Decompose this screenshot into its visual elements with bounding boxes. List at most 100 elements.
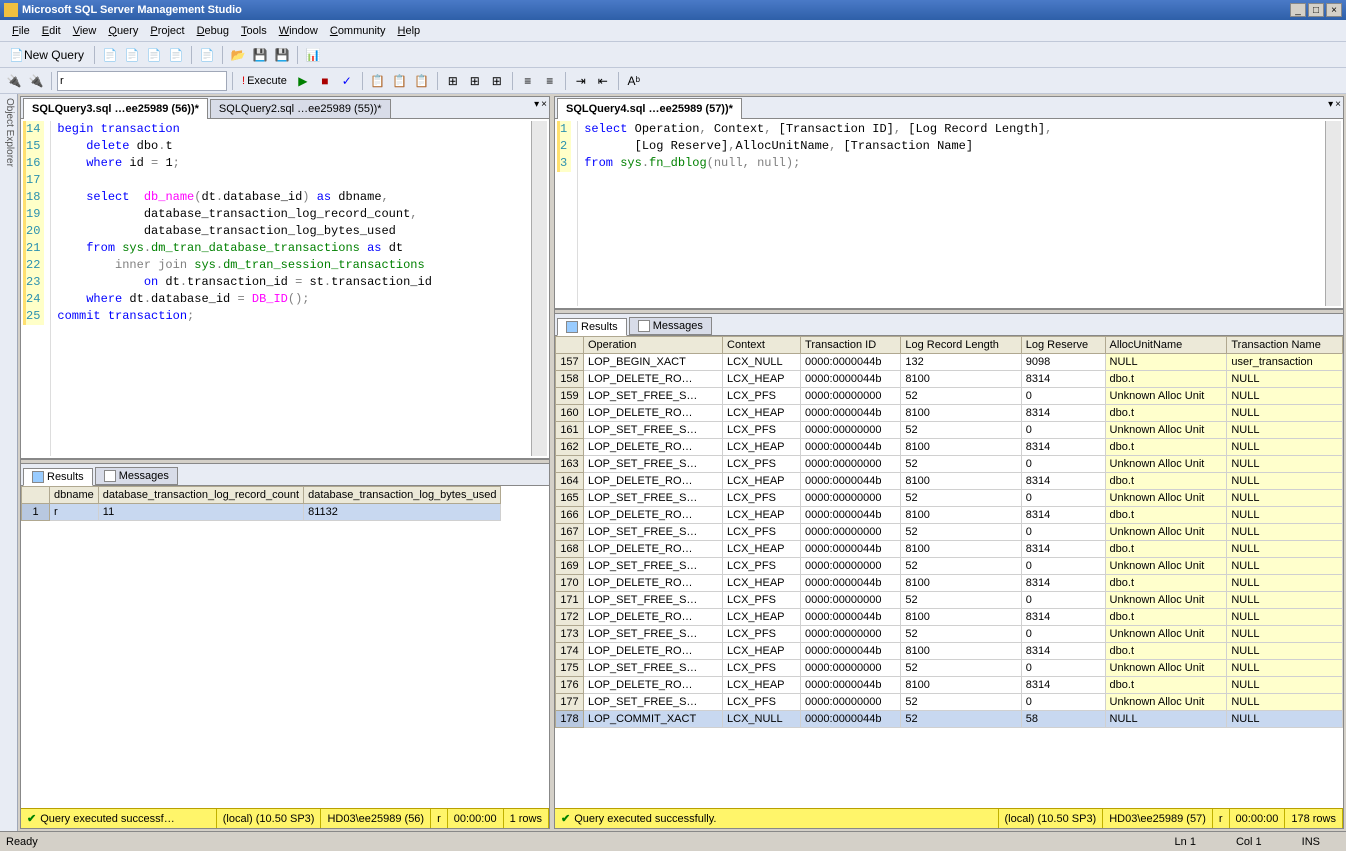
table-row[interactable]: 178LOP_COMMIT_XACTLCX_NULL0000:0000044b5… [556,711,1343,728]
open-icon[interactable]: 📂 [228,45,248,65]
table-row[interactable]: 160LOP_DELETE_RO…LCX_HEAP0000:0000044b81… [556,405,1343,422]
table-row[interactable]: 167LOP_SET_FREE_S…LCX_PFS0000:0000000052… [556,524,1343,541]
menu-help[interactable]: Help [392,23,427,39]
column-header[interactable]: Context [723,337,801,354]
table-row[interactable]: 176LOP_DELETE_RO…LCX_HEAP0000:0000044b81… [556,677,1343,694]
column-header[interactable]: Transaction ID [801,337,901,354]
table-row[interactable]: 162LOP_DELETE_RO…LCX_HEAP0000:0000044b81… [556,439,1343,456]
table-row[interactable]: 163LOP_SET_FREE_S…LCX_PFS0000:0000000052… [556,456,1343,473]
document-tab[interactable]: SQLQuery2.sql …ee25989 (55))* [210,99,391,118]
table-row[interactable]: 165LOP_SET_FREE_S…LCX_PFS0000:0000000052… [556,490,1343,507]
menu-window[interactable]: Window [273,23,324,39]
indent-icon[interactable]: ⇥ [571,71,591,91]
maximize-button[interactable]: □ [1308,3,1324,17]
stop-icon[interactable]: ■ [315,71,335,91]
tb-icon[interactable]: 📋 [368,71,388,91]
table-row[interactable]: 175LOP_SET_FREE_S…LCX_PFS0000:0000000052… [556,660,1343,677]
tb-icon[interactable]: Aᵇ [624,71,644,91]
table-row[interactable]: 1r1181132 [22,504,501,521]
table-row[interactable]: 169LOP_SET_FREE_S…LCX_PFS0000:0000000052… [556,558,1343,575]
menu-community[interactable]: Community [324,23,392,39]
tab-close-icon[interactable]: × [541,99,547,110]
table-row[interactable]: 161LOP_SET_FREE_S…LCX_PFS0000:0000000052… [556,422,1343,439]
tb-icon[interactable]: ⊞ [443,71,463,91]
change-connection-icon[interactable]: 🔌 [26,71,46,91]
table-row[interactable]: 172LOP_DELETE_RO…LCX_HEAP0000:0000044b81… [556,609,1343,626]
menu-tools[interactable]: Tools [235,23,273,39]
column-header[interactable]: Log Reserve [1021,337,1105,354]
table-row[interactable]: 158LOP_DELETE_RO…LCX_HEAP0000:0000044b81… [556,371,1343,388]
left-tabstrip: SQLQuery3.sql …ee25989 (56))*SQLQuery2.s… [21,97,549,119]
column-header[interactable]: dbname [50,487,99,504]
menu-view[interactable]: View [67,23,103,39]
column-header[interactable]: AllocUnitName [1105,337,1227,354]
toolbar-standard: 📄 New Query 📄 📄 📄 📄 📄 📂 💾 💾 📊 [0,42,1346,68]
menu-query[interactable]: Query [102,23,144,39]
menu-debug[interactable]: Debug [191,23,235,39]
window-titlebar: Microsoft SQL Server Management Studio _… [0,0,1346,20]
play-icon[interactable]: ▶ [293,71,313,91]
document-tab[interactable]: SQLQuery3.sql …ee25989 (56))* [23,98,208,119]
new-query-button[interactable]: 📄 New Query [4,45,89,65]
results-tab-messages[interactable]: Messages [95,467,178,485]
column-header[interactable]: database_transaction_log_bytes_used [304,487,501,504]
tb-icon[interactable]: 📄 [166,45,186,65]
tb-icon[interactable]: 📋 [390,71,410,91]
execute-button[interactable]: ! Execute [238,75,291,87]
results-tab-results[interactable]: Results [23,468,93,486]
tb-icon[interactable]: 📄 [144,45,164,65]
tab-menu-icon[interactable]: ▾ [534,99,539,110]
table-row[interactable]: 173LOP_SET_FREE_S…LCX_PFS0000:0000000052… [556,626,1343,643]
column-header[interactable]: Transaction Name [1227,337,1343,354]
tb-icon[interactable]: 📋 [412,71,432,91]
results-tab-results[interactable]: Results [557,318,627,336]
table-row[interactable]: 157LOP_BEGIN_XACTLCX_NULL0000:0000044b13… [556,354,1343,371]
tb-icon[interactable]: 📄 [122,45,142,65]
table-row[interactable]: 170LOP_DELETE_RO…LCX_HEAP0000:0000044b81… [556,575,1343,592]
table-row[interactable]: 168LOP_DELETE_RO…LCX_HEAP0000:0000044b81… [556,541,1343,558]
document-tab[interactable]: SQLQuery4.sql …ee25989 (57))* [557,98,742,119]
comment-icon[interactable]: ≡ [518,71,538,91]
menu-edit[interactable]: Edit [36,23,67,39]
outdent-icon[interactable]: ⇤ [593,71,613,91]
object-explorer-tab[interactable]: Object Explorer [0,94,18,831]
table-row[interactable]: 164LOP_DELETE_RO…LCX_HEAP0000:0000044b81… [556,473,1343,490]
table-row[interactable]: 177LOP_SET_FREE_S…LCX_PFS0000:0000000052… [556,694,1343,711]
window-title: Microsoft SQL Server Management Studio [22,4,1290,16]
status-ready: Ready [6,836,38,848]
table-row[interactable]: 159LOP_SET_FREE_S…LCX_PFS0000:0000000052… [556,388,1343,405]
scrollbar-vertical[interactable] [1325,121,1341,306]
right-editor[interactable]: 123 select Operation, Context, [Transact… [555,119,1343,309]
app-statusbar: Ready Ln 1 Col 1 INS [0,831,1346,851]
menu-project[interactable]: Project [144,23,190,39]
table-row[interactable]: 171LOP_SET_FREE_S…LCX_PFS0000:0000000052… [556,592,1343,609]
left-editor[interactable]: 141516171819202122232425 begin transacti… [21,119,549,459]
close-button[interactable]: × [1326,3,1342,17]
activity-icon[interactable]: 📊 [303,45,323,65]
status-server: (local) (10.50 SP3) [217,809,322,828]
uncomment-icon[interactable]: ≡ [540,71,560,91]
save-icon[interactable]: 💾 [250,45,270,65]
status-rows: 1 rows [504,809,549,828]
tb-icon[interactable]: 📄 [100,45,120,65]
table-row[interactable]: 174LOP_DELETE_RO…LCX_HEAP0000:0000044b81… [556,643,1343,660]
scrollbar-vertical[interactable] [531,121,547,456]
database-combo[interactable] [57,71,227,91]
table-row[interactable]: 166LOP_DELETE_RO…LCX_HEAP0000:0000044b81… [556,507,1343,524]
parse-icon[interactable]: ✓ [337,71,357,91]
tab-menu-icon[interactable]: ▾ [1328,99,1333,110]
right-results-grid[interactable]: OperationContextTransaction IDLog Record… [555,336,1343,808]
tab-close-icon[interactable]: × [1335,99,1341,110]
column-header[interactable]: database_transaction_log_record_count [98,487,303,504]
column-header[interactable]: Operation [584,337,723,354]
connect-icon[interactable]: 🔌 [4,71,24,91]
save-all-icon[interactable]: 💾 [272,45,292,65]
minimize-button[interactable]: _ [1290,3,1306,17]
tb-icon[interactable]: ⊞ [487,71,507,91]
menu-file[interactable]: File [6,23,36,39]
tb-icon[interactable]: ⊞ [465,71,485,91]
results-tab-messages[interactable]: Messages [629,317,712,335]
tb-icon[interactable]: 📄 [197,45,217,65]
left-results-grid[interactable]: dbnamedatabase_transaction_log_record_co… [21,486,549,808]
column-header[interactable]: Log Record Length [901,337,1021,354]
